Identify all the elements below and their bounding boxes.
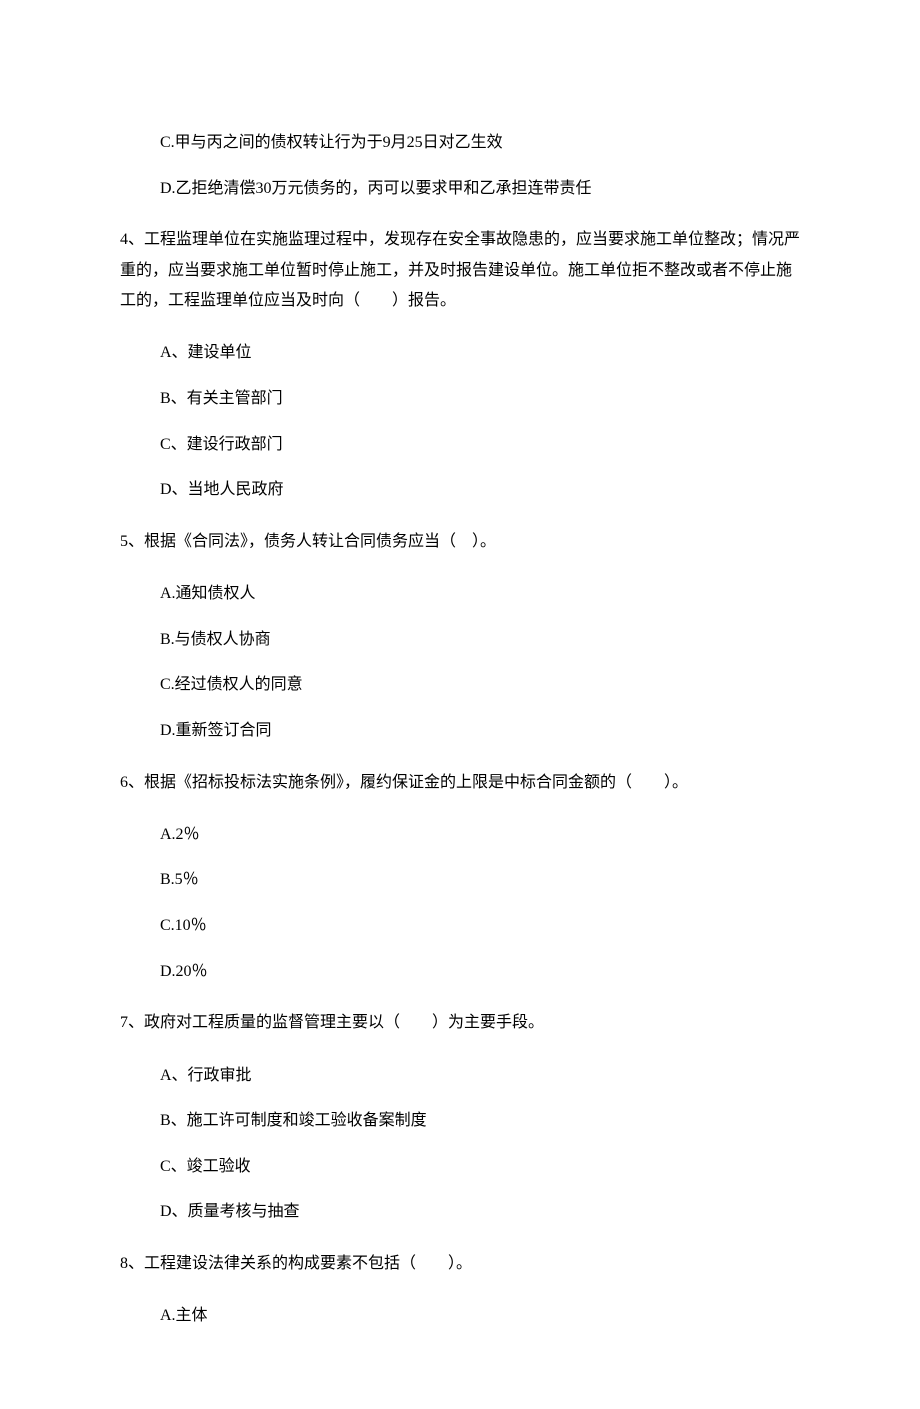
q5-option-c: C.经过债权人的同意	[160, 672, 800, 698]
q4-option-d: D、当地人民政府	[160, 477, 800, 503]
q6-option-d: D.20％	[160, 959, 800, 985]
q4-option-a: A、建设单位	[160, 340, 800, 366]
option-text: D、当地人民政府	[160, 481, 284, 498]
option-text: B、有关主管部门	[160, 390, 283, 407]
q5-option-d: D.重新签订合同	[160, 718, 800, 744]
q7-text: 7、政府对工程质量的监督管理主要以（ ）为主要手段。	[120, 1008, 800, 1038]
q4-option-c: C、建设行政部门	[160, 432, 800, 458]
option-text: A.通知债权人	[160, 585, 256, 602]
option-text: A、行政审批	[160, 1067, 252, 1084]
q3-option-c: C.甲与丙之间的债权转让行为于9月25日对乙生效	[160, 130, 800, 156]
question-text: 6、根据《招标投标法实施条例》，履约保证金的上限是中标合同金额的（ ）。	[120, 774, 688, 791]
option-text: D.重新签订合同	[160, 722, 272, 739]
option-text: C.10％	[160, 917, 207, 934]
q6-text: 6、根据《招标投标法实施条例》，履约保证金的上限是中标合同金额的（ ）。	[120, 768, 800, 798]
question-text: 5、根据《合同法》，债务人转让合同债务应当（ ）。	[120, 533, 496, 550]
q8-text: 8、工程建设法律关系的构成要素不包括（ ）。	[120, 1249, 800, 1279]
q7-option-d: D、质量考核与抽查	[160, 1199, 800, 1225]
q6-option-a: A.2％	[160, 822, 800, 848]
option-text: D.乙拒绝清偿30万元债务的，丙可以要求甲和乙承担连带责任	[160, 180, 592, 197]
option-text: C.经过债权人的同意	[160, 676, 303, 693]
option-text: D.20％	[160, 963, 208, 980]
option-text: C、竣工验收	[160, 1158, 251, 1175]
option-text: D、质量考核与抽查	[160, 1203, 300, 1220]
q5-option-a: A.通知债权人	[160, 581, 800, 607]
q7-option-c: C、竣工验收	[160, 1154, 800, 1180]
q4-option-b: B、有关主管部门	[160, 386, 800, 412]
q7-option-a: A、行政审批	[160, 1063, 800, 1089]
q6-option-b: B.5％	[160, 867, 800, 893]
q6-option-c: C.10％	[160, 913, 800, 939]
question-text: 4、工程监理单位在实施监理过程中，发现存在安全事故隐患的，应当要求施工单位整改；…	[120, 231, 800, 309]
option-text: B、施工许可制度和竣工验收备案制度	[160, 1112, 427, 1129]
q7-option-b: B、施工许可制度和竣工验收备案制度	[160, 1108, 800, 1134]
option-text: A、建设单位	[160, 344, 252, 361]
q4-text: 4、工程监理单位在实施监理过程中，发现存在安全事故隐患的，应当要求施工单位整改；…	[120, 225, 800, 316]
option-text: A.2％	[160, 826, 200, 843]
question-text: 7、政府对工程质量的监督管理主要以（ ）为主要手段。	[120, 1014, 544, 1031]
q8-option-a: A.主体	[160, 1303, 800, 1329]
option-text: C.甲与丙之间的债权转让行为于9月25日对乙生效	[160, 134, 503, 151]
option-text: C、建设行政部门	[160, 436, 283, 453]
option-text: B.与债权人协商	[160, 631, 271, 648]
option-text: B.5％	[160, 871, 199, 888]
q3-option-d: D.乙拒绝清偿30万元债务的，丙可以要求甲和乙承担连带责任	[160, 176, 800, 202]
option-text: A.主体	[160, 1307, 208, 1324]
q5-option-b: B.与债权人协商	[160, 627, 800, 653]
q5-text: 5、根据《合同法》，债务人转让合同债务应当（ ）。	[120, 527, 800, 557]
question-text: 8、工程建设法律关系的构成要素不包括（ ）。	[120, 1255, 472, 1272]
